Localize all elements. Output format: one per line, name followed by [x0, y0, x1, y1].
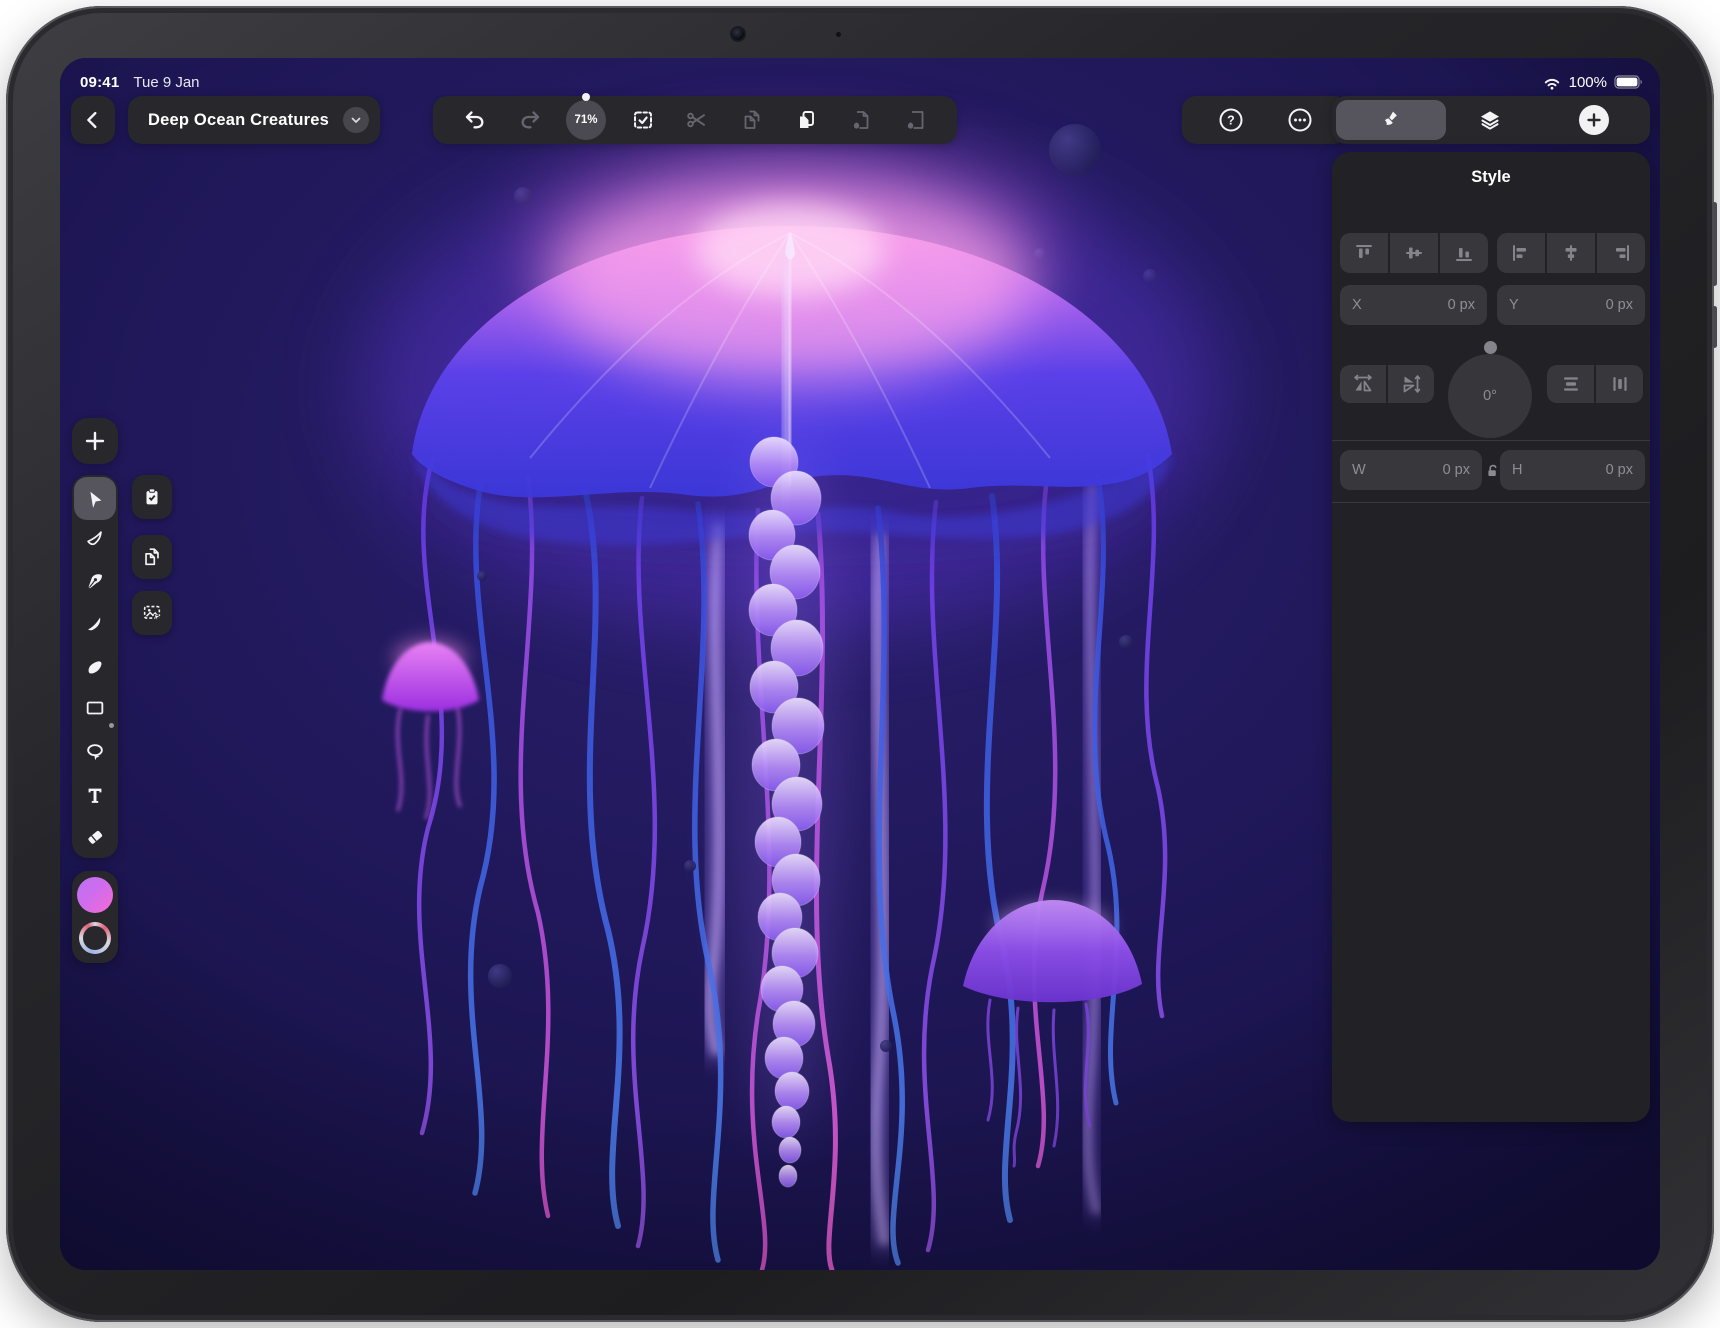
status-time: 09:41 [80, 74, 119, 91]
zoom-dot [582, 93, 590, 101]
zoom-level-button[interactable]: 71% [566, 100, 606, 140]
stroke-color-ring[interactable] [79, 922, 111, 954]
style-panel: Style [1332, 152, 1650, 1122]
undo-button[interactable] [457, 102, 493, 138]
w-label: W [1352, 462, 1366, 478]
distribute-horizontal-button[interactable] [1596, 365, 1643, 403]
distribute-group [1547, 365, 1643, 403]
paste-style-button[interactable] [843, 102, 879, 138]
rotation-value: 0° [1483, 388, 1497, 404]
rotation-dial-indicator [1484, 341, 1497, 354]
y-label: Y [1509, 297, 1519, 313]
width-field[interactable]: W 0 px [1340, 450, 1482, 490]
x-value: 0 px [1448, 297, 1475, 313]
align-left-button[interactable] [1497, 233, 1545, 273]
flip-group [1340, 365, 1434, 403]
volume-button [1712, 202, 1717, 286]
copy-button[interactable] [734, 102, 770, 138]
selection-tool[interactable] [77, 482, 113, 518]
mic-dot [836, 32, 841, 37]
select-mode-button[interactable] [625, 102, 661, 138]
add-button[interactable] [1579, 105, 1609, 135]
image-select-button[interactable] [132, 591, 172, 635]
ipad-frame: 09:41 Tue 9 Jan 100% [6, 6, 1714, 1322]
tool-rail [72, 475, 118, 858]
help-more-pill: ? [1182, 96, 1348, 144]
distribute-vertical-button[interactable] [1547, 365, 1594, 403]
document-title: Deep Ocean Creatures [148, 111, 329, 130]
paste-inside-button[interactable] [897, 102, 933, 138]
flip-horizontal-button[interactable] [1340, 365, 1386, 403]
document-title-pill[interactable]: Deep Ocean Creatures [128, 96, 380, 144]
screenshot: 09:41 Tue 9 Jan 100% [0, 0, 1720, 1328]
text-tool[interactable] [77, 778, 113, 814]
status-bar: 09:41 Tue 9 Jan 100% [60, 66, 1660, 98]
duplicate-button[interactable] [132, 535, 172, 579]
volume-button-2 [1712, 306, 1717, 348]
color-well-group [72, 871, 118, 963]
svg-text:?: ? [1227, 113, 1235, 127]
flip-vertical-button[interactable] [1388, 365, 1434, 403]
inspector-tab-bar [1332, 96, 1650, 144]
align-right-button[interactable] [1597, 233, 1645, 273]
y-position-field[interactable]: Y 0 px [1497, 285, 1645, 325]
h-value: 0 px [1606, 462, 1633, 478]
align-center-button[interactable] [1547, 233, 1595, 273]
help-button[interactable]: ? [1213, 102, 1249, 138]
shaper-tool[interactable] [77, 605, 113, 641]
screen: 09:41 Tue 9 Jan 100% [60, 58, 1660, 1270]
height-field[interactable]: H 0 px [1500, 450, 1645, 490]
front-camera [732, 28, 744, 40]
tab-layers[interactable] [1464, 96, 1516, 144]
w-value: 0 px [1443, 462, 1470, 478]
add-object-button[interactable] [72, 418, 118, 464]
y-value: 0 px [1606, 297, 1633, 313]
cut-button[interactable] [679, 102, 715, 138]
align-bottom-button[interactable] [1440, 233, 1488, 273]
wifi-icon [1542, 72, 1562, 92]
rotation-dial[interactable]: 0° [1448, 354, 1532, 438]
lasso-tool[interactable] [77, 734, 113, 770]
status-date: Tue 9 Jan [133, 74, 199, 91]
pen-tool[interactable] [77, 564, 113, 600]
align-top-button[interactable] [1340, 233, 1388, 273]
shape-tool[interactable] [77, 690, 113, 726]
back-button[interactable] [71, 96, 115, 144]
paste-check-button[interactable] [132, 475, 172, 519]
panel-divider-2 [1332, 502, 1650, 503]
edit-toolbar: 71% [433, 96, 957, 144]
redo-button[interactable] [512, 102, 548, 138]
battery-percent: 100% [1569, 74, 1607, 91]
node-tool[interactable] [77, 522, 113, 558]
style-brush-icon [1380, 109, 1402, 131]
tab-style[interactable] [1336, 100, 1446, 140]
x-label: X [1352, 297, 1362, 313]
more-options-button[interactable] [1282, 102, 1318, 138]
panel-divider [1332, 440, 1650, 441]
chevron-down-icon[interactable] [343, 107, 369, 133]
size-lock-icon[interactable] [1484, 462, 1500, 478]
shape-tool-options-dot [109, 723, 114, 728]
h-label: H [1512, 462, 1522, 478]
vertical-align-group [1340, 233, 1488, 273]
align-middle-button[interactable] [1390, 233, 1438, 273]
paste-button[interactable] [788, 102, 824, 138]
style-panel-title: Style [1332, 168, 1650, 187]
battery-icon [1614, 74, 1644, 90]
brush-tool[interactable] [77, 650, 113, 686]
eraser-tool[interactable] [77, 819, 113, 855]
horizontal-align-group [1497, 233, 1645, 273]
x-position-field[interactable]: X 0 px [1340, 285, 1487, 325]
fill-color-swatch[interactable] [77, 877, 113, 913]
zoom-level: 71% [574, 114, 597, 126]
